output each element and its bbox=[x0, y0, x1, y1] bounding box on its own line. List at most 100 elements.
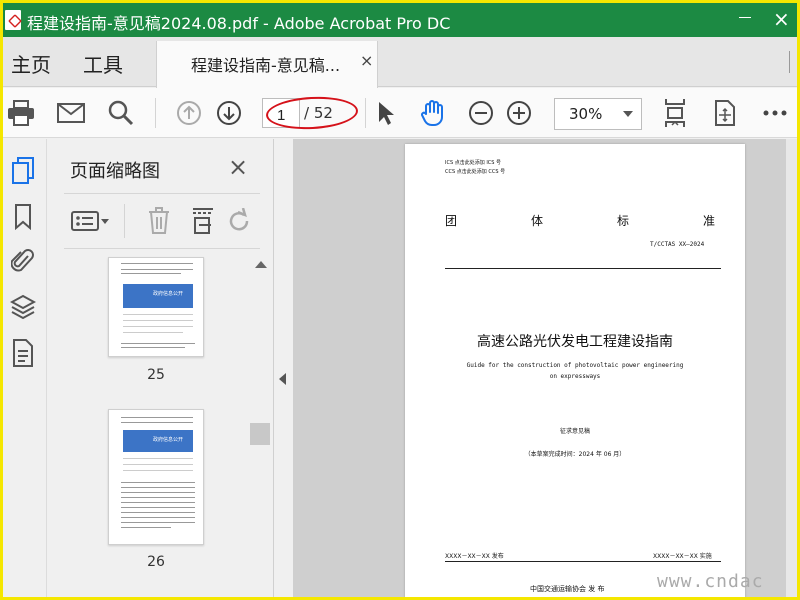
thumbnail-scrollbar[interactable] bbox=[250, 255, 270, 597]
thumbnail-text-line bbox=[121, 517, 195, 518]
document-properties-icon[interactable] bbox=[9, 339, 37, 367]
page-up-icon[interactable] bbox=[175, 99, 203, 127]
thumbnail-text-line bbox=[121, 512, 195, 513]
scroll-up-arrow-icon[interactable] bbox=[255, 261, 267, 268]
page-thumbnails-icon[interactable] bbox=[9, 157, 37, 185]
rotate-view-icon[interactable] bbox=[711, 99, 739, 127]
panel-toolbar-divider bbox=[124, 204, 125, 238]
zoom-level-select[interactable]: 30% bbox=[554, 98, 642, 130]
chevron-down-icon bbox=[623, 111, 633, 117]
thumbnail-banner: 政府信息公开 bbox=[123, 430, 193, 452]
thumbnail-text-line bbox=[121, 502, 195, 503]
more-icon[interactable] bbox=[761, 99, 789, 127]
thumbnail-page-number: 25 bbox=[147, 367, 165, 383]
page-thumbnail[interactable]: 政府信息公开 bbox=[108, 257, 204, 357]
minimize-button[interactable] bbox=[739, 17, 751, 18]
page-down-icon[interactable] bbox=[215, 99, 243, 127]
bookmark-icon[interactable] bbox=[9, 203, 37, 231]
panel-close-button[interactable]: × bbox=[228, 153, 248, 181]
acrobat-app-icon bbox=[5, 10, 21, 30]
toolbar-divider bbox=[155, 98, 156, 128]
title-bar: 程建设指南-意见稿2024.08.pdf - Adobe Acrobat Pro… bbox=[3, 3, 797, 37]
standard-type-char: 体 bbox=[530, 214, 543, 228]
thumbnail-banner-text: 政府信息公开 bbox=[153, 437, 184, 443]
standard-type-char: 标 bbox=[616, 214, 629, 228]
select-cursor-icon[interactable] bbox=[371, 99, 399, 127]
zoom-in-icon[interactable] bbox=[505, 99, 533, 127]
thumbnail-text-line bbox=[121, 487, 195, 488]
thumbnail-text-line bbox=[123, 464, 193, 465]
app-window: 程建设指南-意见稿2024.08.pdf - Adobe Acrobat Pro… bbox=[3, 3, 797, 597]
issuing-organization: 中国交通运输协会 发 布 bbox=[530, 585, 605, 593]
menu-home[interactable]: 主页 bbox=[11, 49, 51, 78]
printer-icon[interactable] bbox=[7, 99, 35, 127]
page-thumbnails-panel: 页面缩略图 × 政府信息公开 25 政府信息公开 26 bbox=[48, 139, 274, 597]
thumbnail-text-line bbox=[121, 273, 181, 274]
document-title-en-line1: Guide for the construction of photovolta… bbox=[466, 362, 684, 369]
thumbnail-text-line bbox=[123, 332, 183, 333]
collapse-panel-arrow-icon[interactable] bbox=[279, 373, 286, 385]
pdf-page: ICS 点击此处添加 ICS 号 CCS 点击此处添加 CCS 号 团 体 标 … bbox=[405, 144, 745, 597]
issue-date: XXXX－XX－XX 发布 bbox=[445, 553, 504, 560]
ics-line: ICS 点击此处添加 ICS 号 bbox=[445, 160, 502, 166]
thumbnail-text-line bbox=[121, 343, 195, 344]
thumbnail-text-line bbox=[121, 527, 171, 528]
standard-type: 团 体 标 准 bbox=[445, 212, 715, 229]
ccs-line: CCS 点击此处添加 CCS 号 bbox=[445, 169, 506, 175]
attachment-icon[interactable] bbox=[9, 247, 37, 275]
layers-icon[interactable] bbox=[9, 293, 37, 321]
fit-page-icon[interactable] bbox=[661, 99, 689, 127]
rotate-page-icon[interactable] bbox=[224, 206, 254, 236]
search-icon[interactable] bbox=[107, 99, 135, 127]
thumbnail-text-line bbox=[121, 263, 193, 264]
hand-tool-icon[interactable] bbox=[419, 99, 447, 127]
menu-tools[interactable]: 工具 bbox=[83, 49, 123, 78]
draft-label: 征求意见稿 bbox=[559, 428, 590, 435]
document-tab-close-button[interactable]: × bbox=[360, 51, 373, 70]
tab-scroll-handle[interactable] bbox=[789, 51, 797, 73]
page-thumbnail[interactable]: 政府信息公开 bbox=[108, 409, 204, 545]
thumbnail-text-line bbox=[123, 314, 193, 315]
header-rule bbox=[445, 268, 721, 269]
document-title-en-line2: on expressways bbox=[549, 373, 601, 380]
document-tab[interactable]: 程建设指南-意见稿... × bbox=[156, 41, 378, 88]
window-title: 程建设指南-意见稿2024.08.pdf - Adobe Acrobat Pro… bbox=[27, 14, 451, 33]
thumbnail-text-line bbox=[121, 422, 193, 423]
menu-tab-bar: 主页 工具 程建设指南-意见稿... × bbox=[3, 37, 797, 88]
implement-date: XXXX－XX－XX 实施 bbox=[653, 553, 712, 560]
delete-page-icon[interactable] bbox=[144, 206, 174, 236]
thumbnail-text-line bbox=[123, 326, 193, 327]
completion-note: （本草案完成时间：2024 年 06 月） bbox=[524, 451, 626, 458]
thumbnail-text-line bbox=[123, 470, 193, 471]
site-watermark: www.cndac bbox=[657, 571, 764, 592]
scrollbar-thumb[interactable] bbox=[250, 423, 270, 445]
footer-rule bbox=[445, 561, 721, 562]
thumbnail-text-line bbox=[123, 320, 193, 321]
zoom-out-icon[interactable] bbox=[467, 99, 495, 127]
document-scrollbar[interactable] bbox=[786, 139, 797, 597]
panel-toolbar bbox=[64, 193, 260, 249]
thumbnail-text-line bbox=[121, 507, 195, 508]
mail-icon[interactable] bbox=[57, 99, 85, 127]
insert-page-icon[interactable] bbox=[188, 206, 218, 236]
thumbnail-text-line bbox=[121, 482, 195, 483]
main-toolbar: / 52 30% bbox=[3, 88, 797, 138]
standard-number: T/CCTAS XX—2024 bbox=[650, 241, 705, 248]
thumbnail-text-line bbox=[121, 522, 195, 523]
thumbnail-text-line bbox=[121, 417, 193, 418]
document-title-cn: 高速公路光伏发电工程建设指南 bbox=[477, 334, 673, 350]
thumbnail-page-number: 26 bbox=[147, 554, 165, 570]
standard-type-char: 准 bbox=[702, 214, 715, 228]
document-view: ICS 点击此处添加 ICS 号 CCS 点击此处添加 CCS 号 团 体 标 … bbox=[293, 139, 797, 597]
thumbnail-text-line bbox=[121, 347, 185, 348]
thumbnail-options-icon[interactable] bbox=[70, 206, 112, 236]
thumbnail-text-line bbox=[121, 492, 195, 493]
thumbnail-banner-text: 政府信息公开 bbox=[153, 291, 184, 297]
panel-title: 页面缩略图 bbox=[70, 161, 160, 182]
navigation-rail bbox=[3, 139, 47, 597]
document-tab-label: 程建设指南-意见稿... bbox=[191, 56, 341, 75]
thumbnail-text-line bbox=[121, 497, 195, 498]
standard-type-char: 团 bbox=[445, 214, 458, 228]
zoom-level-value: 30% bbox=[569, 105, 603, 123]
window-close-button[interactable]: × bbox=[773, 7, 790, 31]
